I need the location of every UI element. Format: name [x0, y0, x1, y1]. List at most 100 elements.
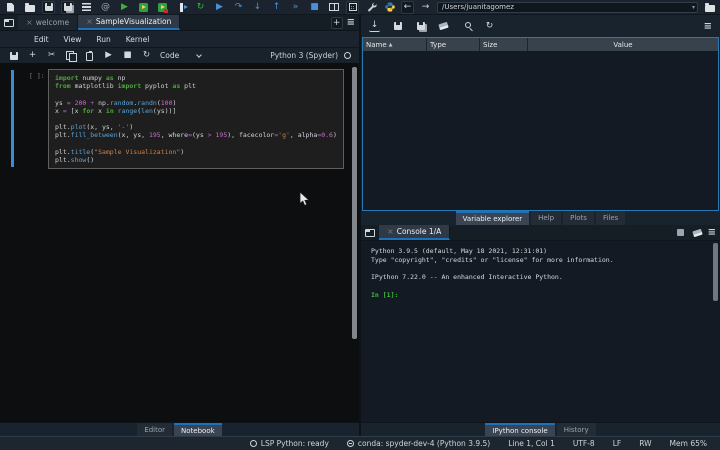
step-over-icon[interactable]: ↷: [232, 1, 245, 14]
close-icon[interactable]: ×: [26, 18, 33, 27]
step-out-icon[interactable]: ↑: [270, 1, 283, 14]
debug-stop-icon[interactable]: ■: [308, 1, 321, 14]
tab-notebook[interactable]: Notebook: [174, 423, 222, 436]
notebook-scrollbar[interactable]: [352, 67, 357, 339]
kernel-status-icon: [344, 52, 351, 59]
tab-help[interactable]: Help: [531, 211, 561, 225]
preferences-wrench-icon[interactable]: [365, 1, 378, 14]
tab-files[interactable]: Files: [596, 211, 625, 225]
cut-cell-icon[interactable]: ✂: [46, 50, 57, 61]
column-size[interactable]: Size: [480, 38, 528, 51]
menu-run[interactable]: Run: [96, 35, 110, 44]
python-glyph: [385, 2, 395, 12]
open-file-icon[interactable]: [23, 1, 36, 14]
rerun-cell-icon[interactable]: ↻: [194, 1, 207, 14]
tab-ipython-console[interactable]: IPython console: [485, 423, 554, 436]
column-size-label: Size: [483, 41, 497, 49]
console-prompt[interactable]: In [1]:: [371, 291, 720, 300]
cell-type-dropdown[interactable]: Code: [160, 51, 201, 60]
save-all-icon[interactable]: [61, 1, 74, 14]
main-toolbar: @ ▶ ↻ ▶ ↷ ↓ ↑ » ■ ← → ▾: [0, 0, 720, 15]
add-cell-icon[interactable]: +: [27, 50, 38, 61]
tab-welcome[interactable]: × welcome: [18, 15, 78, 30]
save-data-icon[interactable]: [392, 21, 403, 32]
tab-console-1a[interactable]: × Console 1/A: [379, 225, 450, 240]
console-remove-variables-icon[interactable]: [691, 226, 704, 239]
browse-directory-icon[interactable]: [703, 1, 716, 14]
ve-options-menu-icon[interactable]: ≡: [704, 21, 712, 32]
options-menu-icon[interactable]: ≡: [347, 17, 355, 28]
console-options-menu-icon[interactable]: ≡: [708, 227, 716, 238]
run-cell-play-icon[interactable]: ▶: [103, 50, 114, 61]
tab-variable-explorer[interactable]: Variable explorer: [456, 211, 529, 225]
maximize-pane-icon[interactable]: [346, 1, 359, 14]
paste-cell-icon[interactable]: [84, 50, 95, 61]
code-cell[interactable]: import numpy as npfrom matplotlib import…: [48, 69, 344, 169]
file-switcher-icon[interactable]: [80, 1, 93, 14]
run-file-icon[interactable]: ▶: [118, 1, 131, 14]
symbol-finder-icon[interactable]: @: [99, 1, 112, 14]
debug-continue-icon[interactable]: ▶: [213, 1, 226, 14]
menu-kernel[interactable]: Kernel: [126, 35, 150, 44]
notebook-panel: × welcome × SampleVisualization + ≡ Edit…: [0, 15, 361, 436]
python-logo-icon[interactable]: [383, 1, 396, 14]
eol-status: LF: [613, 439, 622, 448]
debug-fast-forward-icon[interactable]: »: [289, 1, 302, 14]
step-into-icon[interactable]: ↓: [251, 1, 264, 14]
run-cell-advance-icon[interactable]: [156, 1, 169, 14]
conda-env-status[interactable]: conda: spyder-dev-4 (Python 3.9.5): [347, 439, 490, 448]
tab-history[interactable]: History: [557, 423, 596, 436]
run-cell-icon[interactable]: [137, 1, 150, 14]
lsp-status-icon: [250, 440, 257, 447]
console-bottom-tabs: IPython console History: [361, 422, 720, 436]
close-icon[interactable]: ×: [86, 17, 93, 26]
console-browse-tabs-button[interactable]: [361, 225, 379, 240]
column-name-label: Name: [366, 41, 387, 49]
console-output[interactable]: Python 3.9.5 (default, May 18 2021, 12:3…: [361, 241, 720, 422]
new-notebook-button[interactable]: +: [331, 17, 343, 29]
right-panel: ↓ ↻ ≡ Name ▲ Type Size Value: [361, 15, 720, 436]
copy-cell-icon[interactable]: [65, 50, 76, 61]
console-scrollbar[interactable]: [713, 243, 718, 301]
menu-edit[interactable]: Edit: [34, 35, 49, 44]
interrupt-kernel-icon[interactable]: [674, 226, 687, 239]
notebook-canvas[interactable]: [ ]: import numpy as npfrom matplotlib i…: [0, 64, 359, 422]
import-data-icon[interactable]: ↓: [369, 21, 380, 32]
run-selection-icon[interactable]: [175, 1, 188, 14]
folder-glyph-2: [705, 5, 715, 12]
layout-panes-icon[interactable]: [327, 1, 340, 14]
eraser-glyph-2: [692, 228, 702, 236]
list-glyph: [82, 3, 91, 11]
working-directory-box: ▾: [437, 2, 698, 13]
menu-view[interactable]: View: [64, 35, 82, 44]
tab-samplevisualization[interactable]: × SampleVisualization: [78, 15, 180, 30]
column-type[interactable]: Type: [427, 38, 480, 51]
save-file-icon[interactable]: [42, 1, 55, 14]
working-directory-input[interactable]: [438, 3, 692, 11]
tab-plots[interactable]: Plots: [563, 211, 594, 225]
directory-dropdown-icon[interactable]: ▾: [692, 4, 697, 11]
console-tabbar: × Console 1/A ≡: [361, 225, 720, 241]
search-variables-icon[interactable]: [461, 21, 472, 32]
memory-label: Mem 65%: [670, 439, 707, 448]
column-value[interactable]: Value: [528, 38, 718, 51]
variable-table-body[interactable]: [363, 51, 718, 210]
main-split: × welcome × SampleVisualization + ≡ Edit…: [0, 15, 720, 436]
save-notebook-icon[interactable]: [8, 50, 19, 61]
variable-explorer-toolbar: ↓ ↻ ≡: [361, 15, 720, 37]
new-file-icon[interactable]: [4, 1, 17, 14]
back-button[interactable]: ←: [401, 1, 414, 14]
floppy-glyph-nb: [10, 52, 18, 60]
column-name[interactable]: Name ▲: [363, 38, 427, 51]
floppy-glyph-ve: [394, 22, 402, 30]
close-icon[interactable]: ×: [387, 227, 394, 236]
search-glyph: [465, 22, 471, 28]
save-data-as-icon[interactable]: [415, 21, 426, 32]
restart-kernel-icon[interactable]: ↻: [141, 50, 152, 61]
refresh-variables-icon[interactable]: ↻: [484, 21, 495, 32]
remove-variables-icon[interactable]: [438, 21, 449, 32]
forward-button[interactable]: →: [419, 1, 432, 14]
stop-execution-icon[interactable]: ■: [122, 50, 133, 61]
tab-editor[interactable]: Editor: [137, 423, 172, 436]
browse-tabs-button[interactable]: [0, 15, 18, 30]
